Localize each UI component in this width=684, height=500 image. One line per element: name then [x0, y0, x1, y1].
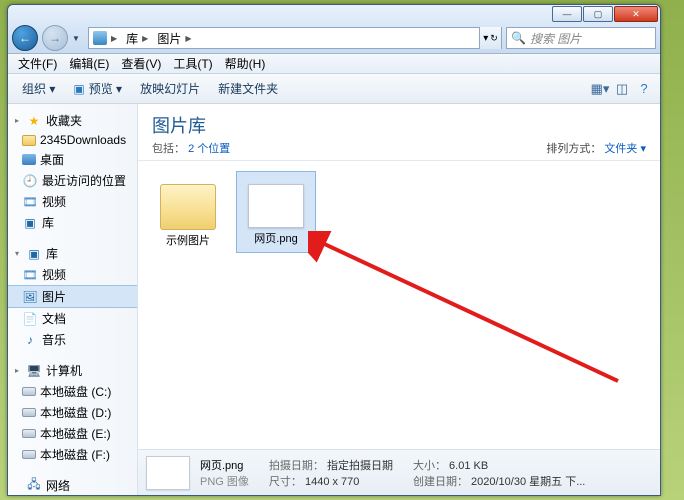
favorites-header[interactable]: ▸★收藏夹 — [8, 110, 137, 131]
sidebar-item-drive-f[interactable]: 本地磁盘 (F:) — [8, 444, 137, 465]
library-icon: ▣ — [26, 246, 42, 262]
search-icon: 🔍 — [511, 31, 526, 45]
nav-pane[interactable]: ▸★收藏夹 2345Downloads 桌面 🕘最近访问的位置 🎞视频 ▣库 ▾… — [8, 104, 138, 495]
menu-tools[interactable]: 工具(T) — [167, 53, 218, 74]
recent-icon: 🕘 — [22, 173, 38, 189]
music-icon: ♪ — [22, 332, 38, 348]
organize-button[interactable]: 组织 ▾ — [14, 77, 63, 100]
drive-icon — [22, 429, 36, 438]
details-date-taken[interactable]: 指定拍摄日期 — [327, 460, 393, 472]
library-header: 图片库 包括： 2 个位置 排列方式： 文件夹 ▾ — [138, 104, 660, 161]
annotation-red-arrow — [308, 231, 628, 391]
item-label: 网页.png — [254, 230, 297, 246]
details-size: 6.01 KB — [449, 460, 488, 472]
minimize-button[interactable]: — — [552, 6, 582, 22]
menu-view[interactable]: 查看(V) — [115, 53, 167, 74]
network-header[interactable]: 🖧网络 — [8, 475, 137, 495]
drive-icon — [22, 387, 36, 396]
new-folder-button[interactable]: 新建文件夹 — [210, 77, 286, 100]
history-dropdown[interactable]: ▼ — [72, 34, 84, 43]
sidebar-item-music-lib[interactable]: ♪音乐 — [8, 329, 137, 350]
arrange-by[interactable]: 排列方式： 文件夹 ▾ — [546, 140, 646, 156]
breadcrumb-root[interactable]: 库 — [126, 30, 138, 47]
sidebar-item-videos-fav[interactable]: 🎞视频 — [8, 191, 137, 212]
network-icon: 🖧 — [26, 478, 42, 494]
menu-edit[interactable]: 编辑(E) — [63, 53, 115, 74]
explorer-body: ▸★收藏夹 2345Downloads 桌面 🕘最近访问的位置 🎞视频 ▣库 ▾… — [8, 104, 660, 495]
sidebar-item-libs-fav[interactable]: ▣库 — [8, 212, 137, 233]
command-bar: 组织 ▾ ▣预览 ▾ 放映幻灯片 新建文件夹 ▦▾ ◫ ? — [8, 74, 660, 104]
libraries-header[interactable]: ▾▣库 — [8, 243, 137, 264]
details-created: 2020/10/30 星期五 下... — [471, 476, 585, 488]
folder-icon — [160, 184, 216, 230]
computer-header[interactable]: ▸🖥计算机 — [8, 360, 137, 381]
maximize-button[interactable]: ▢ — [583, 6, 613, 22]
back-button[interactable]: ← — [12, 25, 38, 51]
nav-bar: ← → ▼ ▶ 库▶ 图片▶ ▾↻ 🔍 搜索 图片 — [8, 23, 660, 53]
close-button[interactable]: ✕ — [614, 6, 658, 22]
drive-icon — [22, 450, 36, 459]
titlebar: — ▢ ✕ — [8, 5, 660, 23]
folder-icon — [22, 135, 36, 146]
drive-icon — [22, 408, 36, 417]
locations-link[interactable]: 2 个位置 — [188, 143, 230, 155]
sidebar-item-drive-d[interactable]: 本地磁盘 (D:) — [8, 402, 137, 423]
details-filename: 网页.png — [200, 457, 249, 473]
library-icon: ▣ — [22, 215, 38, 231]
computer-icon: 🖥 — [26, 363, 42, 379]
item-label: 示例图片 — [166, 232, 210, 248]
slideshow-button[interactable]: 放映幻灯片 — [132, 77, 208, 100]
explorer-window: — ▢ ✕ ← → ▼ ▶ 库▶ 图片▶ ▾↻ 🔍 搜索 图片 文件(F) 编辑… — [7, 4, 661, 496]
arrange-value[interactable]: 文件夹 ▾ — [604, 143, 646, 155]
sidebar-item-video-lib[interactable]: 🎞视频 — [8, 264, 137, 285]
search-input[interactable]: 🔍 搜索 图片 — [506, 27, 656, 49]
search-placeholder: 搜索 图片 — [530, 30, 581, 47]
menu-help[interactable]: 帮助(H) — [219, 53, 272, 74]
menu-file[interactable]: 文件(F) — [12, 53, 63, 74]
desktop-icon — [22, 154, 36, 165]
preview-button[interactable]: ▣预览 ▾ — [65, 77, 130, 100]
sidebar-item-docs-lib[interactable]: 📄文档 — [8, 308, 137, 329]
sidebar-item-downloads[interactable]: 2345Downloads — [8, 131, 137, 149]
breadcrumb-pictures[interactable]: 图片 — [157, 30, 181, 47]
address-bar[interactable]: ▶ 库▶ 图片▶ ▾↻ — [88, 27, 502, 49]
folder-sample-pictures[interactable]: 示例图片 — [148, 171, 228, 253]
help-button[interactable]: ? — [634, 79, 654, 99]
sidebar-item-pictures-lib[interactable]: 🖼图片 — [8, 285, 137, 308]
content-pane: 图片库 包括： 2 个位置 排列方式： 文件夹 ▾ 示例图片 — [138, 104, 660, 495]
sidebar-item-recent[interactable]: 🕘最近访问的位置 — [8, 170, 137, 191]
documents-icon: 📄 — [22, 311, 38, 327]
png-thumbnail — [248, 184, 304, 228]
star-icon: ★ — [26, 113, 42, 129]
details-pane: 网页.png 拍摄日期： 指定拍摄日期 大小： 6.01 KB PNG 图像 尺… — [138, 449, 660, 495]
video-icon: 🎞 — [22, 267, 38, 283]
sidebar-item-desktop[interactable]: 桌面 — [8, 149, 137, 170]
details-thumbnail — [146, 456, 190, 490]
details-dimensions: 1440 x 770 — [305, 476, 359, 488]
menu-bar: 文件(F) 编辑(E) 查看(V) 工具(T) 帮助(H) — [8, 54, 660, 74]
forward-button[interactable]: → — [42, 25, 68, 51]
video-icon: 🎞 — [22, 194, 38, 210]
sidebar-item-drive-e[interactable]: 本地磁盘 (E:) — [8, 423, 137, 444]
library-title: 图片库 — [152, 112, 230, 138]
preview-pane-button[interactable]: ◫ — [612, 79, 632, 99]
refresh-button[interactable]: ▾↻ — [479, 27, 501, 49]
file-webpage-png[interactable]: 网页.png — [236, 171, 316, 253]
items-view[interactable]: 示例图片 网页.png — [138, 161, 660, 449]
sidebar-item-drive-c[interactable]: 本地磁盘 (C:) — [8, 381, 137, 402]
pictures-icon: 🖼 — [22, 289, 38, 305]
library-subtitle: 包括： 2 个位置 — [152, 140, 230, 156]
library-icon — [93, 31, 107, 45]
window-chrome: — ▢ ✕ ← → ▼ ▶ 库▶ 图片▶ ▾↻ 🔍 搜索 图片 — [8, 5, 660, 54]
view-options-button[interactable]: ▦▾ — [590, 79, 610, 99]
details-type: PNG 图像 — [200, 473, 249, 489]
